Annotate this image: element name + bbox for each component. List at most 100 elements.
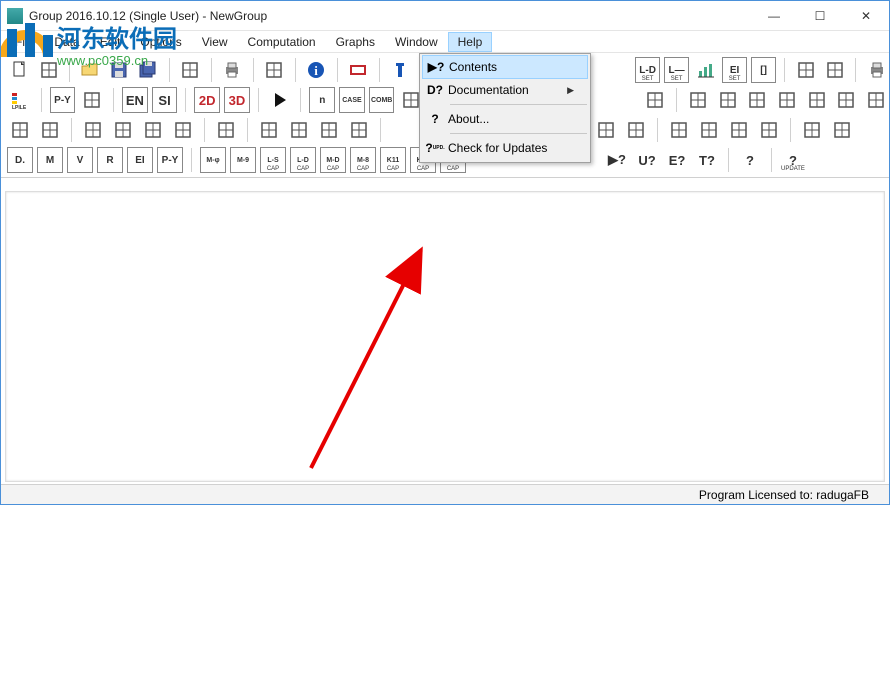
close-button[interactable]: ✕ <box>843 1 889 31</box>
tool-en-button[interactable]: EN <box>122 87 148 113</box>
print-icon[interactable] <box>220 57 245 83</box>
conn4-icon[interactable] <box>756 117 782 143</box>
tool-ls-button[interactable]: L-SCAP <box>260 147 286 173</box>
grid-icon[interactable] <box>178 57 203 83</box>
shape6-icon[interactable] <box>834 87 860 113</box>
minimize-button[interactable]: — <box>751 1 797 31</box>
tool-m8-button[interactable]: M-8CAP <box>350 147 376 173</box>
tool-py-button[interactable]: P-Y <box>50 87 76 113</box>
tool--button[interactable]: ? <box>737 147 763 173</box>
help-menu-about-[interactable]: ?About... <box>422 107 588 131</box>
tool-l-button[interactable]: L—SET <box>664 57 689 83</box>
tool-sublabel: SET <box>723 76 746 82</box>
conn2-icon[interactable] <box>696 117 722 143</box>
tool--button[interactable]: ▶? <box>604 147 630 173</box>
shape7-icon[interactable] <box>863 87 889 113</box>
print2-icon[interactable] <box>864 57 889 83</box>
block-icon[interactable] <box>793 57 818 83</box>
menu-graphs[interactable]: Graphs <box>326 32 385 52</box>
tool-m9-button[interactable]: M-9 <box>230 147 256 173</box>
image-icon[interactable] <box>262 57 287 83</box>
prop3-icon[interactable] <box>346 117 372 143</box>
menu-file[interactable]: File <box>5 32 44 52</box>
tool-label: R <box>106 155 113 166</box>
red-rect-icon[interactable] <box>346 57 371 83</box>
toolbar-separator <box>676 88 677 112</box>
tool-n-button[interactable]: n <box>309 87 335 113</box>
maximize-button[interactable]: ☐ <box>797 1 843 31</box>
lpile2-icon[interactable] <box>79 87 105 113</box>
tool-k11-button[interactable]: K11CAP <box>380 147 406 173</box>
blue-t-icon[interactable] <box>388 57 413 83</box>
open-icon[interactable] <box>78 57 103 83</box>
prop1-icon[interactable] <box>286 117 312 143</box>
menu-view[interactable]: View <box>192 32 238 52</box>
tool-py-button[interactable]: P-Y <box>157 147 183 173</box>
tool--button[interactable]: ?UPDATE <box>780 147 806 173</box>
conn3-icon[interactable] <box>726 117 752 143</box>
help-menu-check-for-updates[interactable]: ?UPD.Check for Updates <box>422 136 588 160</box>
conn1-icon[interactable] <box>666 117 692 143</box>
menu-help[interactable]: Help <box>448 32 493 52</box>
pile1-icon[interactable] <box>80 117 106 143</box>
tool-d-button[interactable]: D. <box>7 147 33 173</box>
tool-ei-button[interactable]: EISET <box>722 57 747 83</box>
chart-icon[interactable] <box>693 57 718 83</box>
grid4-icon[interactable] <box>213 117 239 143</box>
info-icon[interactable]: i <box>304 57 329 83</box>
new-multi-icon[interactable] <box>36 57 61 83</box>
tool-case-button[interactable]: CASE <box>339 87 365 113</box>
rect2-icon[interactable] <box>37 117 63 143</box>
tool-m-button[interactable]: M-φ <box>200 147 226 173</box>
lpile-icon[interactable]: LPILE <box>7 87 33 113</box>
help-menu-item-icon: D? <box>422 83 448 97</box>
tool-r-button[interactable]: R <box>97 147 123 173</box>
arrow2-icon[interactable] <box>799 117 825 143</box>
menu-options[interactable]: Options <box>130 32 191 52</box>
menu-window[interactable]: Window <box>385 32 448 52</box>
play-icon[interactable] <box>267 87 293 113</box>
rect1-icon[interactable] <box>7 117 33 143</box>
pile4-icon[interactable] <box>170 117 196 143</box>
prop2-icon[interactable] <box>316 117 342 143</box>
beam2-icon[interactable] <box>623 117 649 143</box>
pile2-icon[interactable] <box>110 117 136 143</box>
tool-label: ? <box>746 153 754 168</box>
tool-ei-button[interactable]: EI <box>127 147 153 173</box>
beam1-icon[interactable] <box>593 117 619 143</box>
menu-computation[interactable]: Computation <box>238 32 326 52</box>
menu-edit[interactable]: Edit <box>90 32 131 52</box>
tool-label: K11 <box>387 157 399 164</box>
tool-comb-button[interactable]: COMB <box>369 87 395 113</box>
shape3-icon[interactable] <box>745 87 771 113</box>
tool-a-icon[interactable] <box>643 87 669 113</box>
tool-ld-button[interactable]: L-DCAP <box>290 147 316 173</box>
tool-label: M-8 <box>357 157 369 164</box>
shape5-icon[interactable] <box>804 87 830 113</box>
tool--button[interactable]: [] <box>751 57 776 83</box>
shape2-icon[interactable] <box>715 87 741 113</box>
tool-md-button[interactable]: M-DCAP <box>320 147 346 173</box>
new-doc-icon[interactable] <box>7 57 32 83</box>
tool-si-button[interactable]: SI <box>152 87 178 113</box>
tool-m-button[interactable]: M <box>37 147 63 173</box>
tool-3d-button[interactable]: 3D <box>224 87 250 113</box>
shape1-icon[interactable] <box>685 87 711 113</box>
pile3-icon[interactable] <box>140 117 166 143</box>
saveall-icon[interactable] <box>136 57 161 83</box>
tool-t-button[interactable]: T? <box>694 147 720 173</box>
menu-data[interactable]: Data <box>44 32 89 52</box>
shape4-icon[interactable] <box>774 87 800 113</box>
tool-v-button[interactable]: V <box>67 147 93 173</box>
tool-sublabel: CAP <box>411 166 435 172</box>
load-icon[interactable] <box>829 117 855 143</box>
help-menu-contents[interactable]: ▶?Contents <box>422 55 588 79</box>
arrow-icon[interactable] <box>256 117 282 143</box>
tool-e-button[interactable]: E? <box>664 147 690 173</box>
tool-ld-button[interactable]: L-DSET <box>635 57 660 83</box>
tool-2d-button[interactable]: 2D <box>194 87 220 113</box>
help-menu-documentation[interactable]: D?Documentation▶ <box>422 78 588 102</box>
tool-u-button[interactable]: U? <box>634 147 660 173</box>
save-icon[interactable] <box>107 57 132 83</box>
skewblock-icon[interactable] <box>822 57 847 83</box>
